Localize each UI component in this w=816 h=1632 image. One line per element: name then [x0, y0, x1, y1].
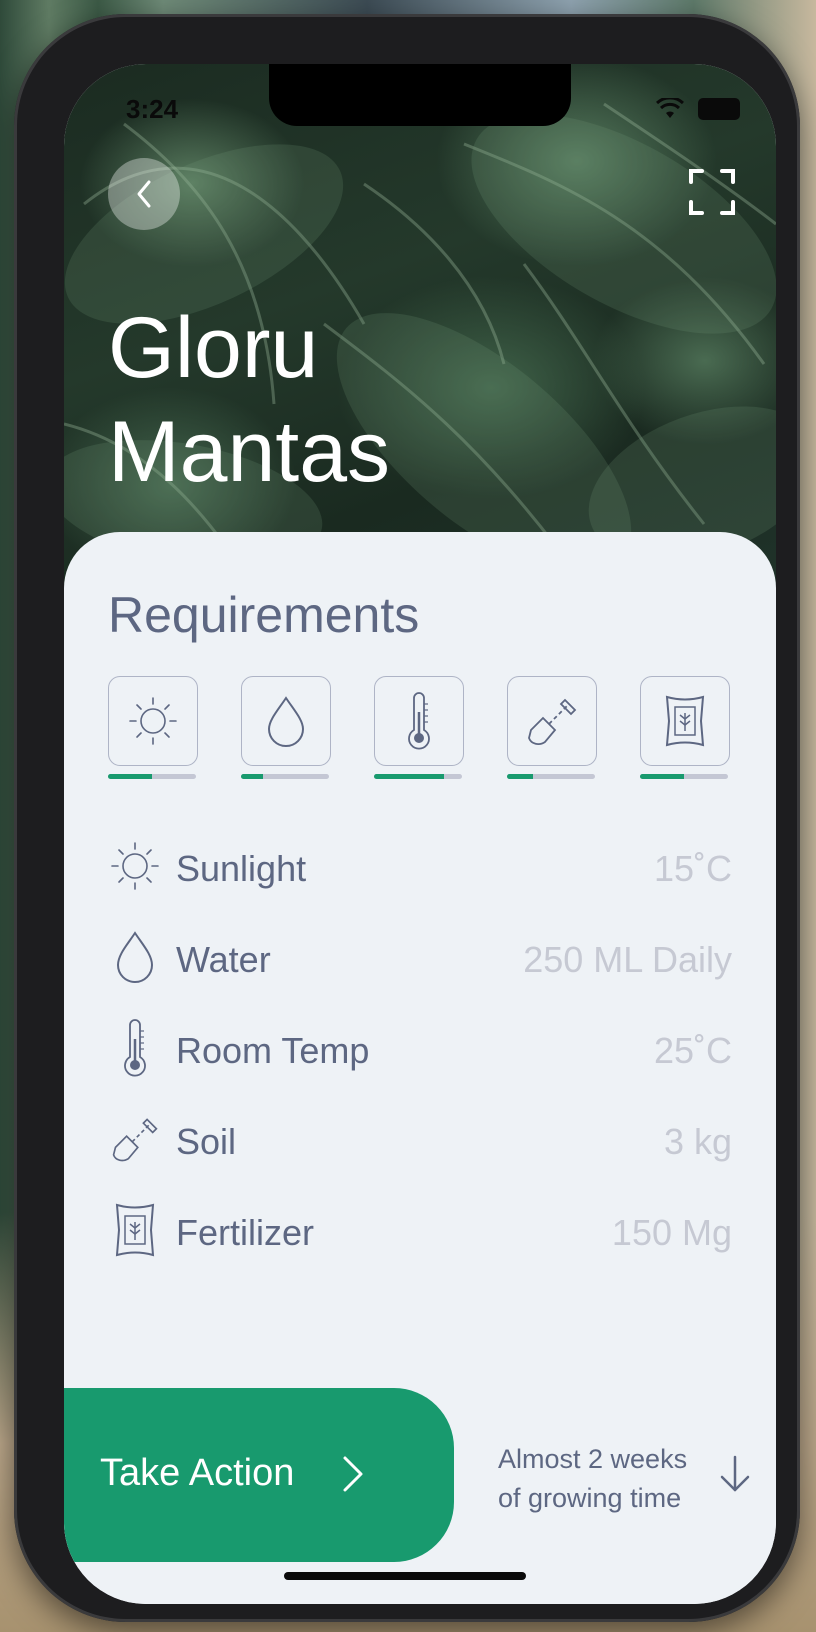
thermometer-icon: [408, 692, 430, 750]
list-item-fertilizer[interactable]: Fertilizer 150 Mg: [108, 1200, 732, 1270]
sunlight-level-bar: [108, 774, 196, 779]
water-level-fill: [241, 774, 263, 779]
phone-frame: 3:24 Gloru Mantas Requirements Sunlight …: [14, 14, 800, 1622]
water-value: 250 ML Daily: [523, 939, 732, 980]
shovel-icon: [108, 1109, 162, 1169]
soil-level-bar: [507, 774, 595, 779]
sunlight-level-fill: [108, 774, 152, 779]
list-item-soil[interactable]: Soil 3 kg: [108, 1109, 732, 1179]
status-time: 3:24: [126, 94, 179, 124]
chevron-left-icon: [137, 180, 151, 208]
room-temp-value: 25˚C: [653, 1030, 732, 1071]
notch: [269, 64, 571, 126]
sunlight-label: Sunlight: [176, 848, 307, 889]
growing-time-text: Almost 2 weeks of growing time: [498, 1440, 718, 1518]
tile-temp[interactable]: [374, 676, 464, 766]
tile-sunlight[interactable]: [108, 676, 198, 766]
expand-button[interactable]: [688, 168, 736, 216]
hero-image: 3:24 Gloru Mantas: [64, 64, 776, 604]
soil-value: 3 kg: [663, 1121, 732, 1162]
soil-label: Soil: [176, 1121, 237, 1162]
fertilizer-bag-icon: [665, 695, 705, 747]
temp-level-fill: [374, 774, 445, 779]
take-action-button[interactable]: Take Action: [64, 1388, 454, 1562]
water-label: Water: [176, 939, 271, 980]
temp-level-bar: [374, 774, 462, 779]
app-screen: 3:24 Gloru Mantas Requirements Sunlight …: [64, 64, 776, 1604]
water-level-bar: [241, 774, 329, 779]
growing-time-line1: Almost 2 weeks: [498, 1444, 688, 1474]
fertilizer-value: 150 Mg: [611, 1212, 732, 1253]
sun-icon: [129, 697, 177, 745]
water-drop-icon: [267, 696, 305, 747]
arrow-down-icon[interactable]: [718, 1454, 752, 1494]
battery-icon: [698, 98, 740, 120]
requirements-title: Requirements: [108, 587, 420, 643]
fertilizer-level-fill: [640, 774, 684, 779]
tile-soil[interactable]: [507, 676, 597, 766]
list-item-room-temp[interactable]: Room Temp 25˚C: [108, 1018, 732, 1088]
requirement-tiles: [108, 676, 732, 796]
tile-fertilizer[interactable]: [640, 676, 730, 766]
growing-time-line2: of growing time: [498, 1483, 682, 1513]
sunlight-value: 15˚C: [653, 848, 732, 889]
status-indicators: [656, 98, 740, 120]
sun-icon: [108, 836, 162, 896]
chevron-right-icon: [343, 1456, 363, 1492]
plant-title-line1: Gloru: [108, 300, 319, 396]
expand-icon: [689, 169, 735, 215]
soil-level-fill: [507, 774, 534, 779]
list-item-water[interactable]: Water 250 ML Daily: [108, 927, 732, 997]
fertilizer-level-bar: [640, 774, 728, 779]
take-action-label: Take Action: [100, 1452, 295, 1494]
list-item-sunlight[interactable]: Sunlight 15˚C: [108, 836, 732, 906]
fertilizer-bag-icon: [108, 1200, 162, 1260]
wifi-icon: [656, 98, 684, 118]
water-drop-icon: [108, 927, 162, 987]
back-button[interactable]: [108, 158, 180, 230]
plant-title-line2: Mantas: [108, 404, 391, 500]
shovel-icon: [528, 698, 577, 745]
room-temp-label: Room Temp: [176, 1030, 370, 1071]
thermometer-icon: [108, 1018, 162, 1078]
fertilizer-label: Fertilizer: [176, 1212, 315, 1253]
tile-water[interactable]: [241, 676, 331, 766]
plant-title: Gloru Mantas: [108, 296, 508, 504]
home-indicator[interactable]: [284, 1572, 526, 1580]
